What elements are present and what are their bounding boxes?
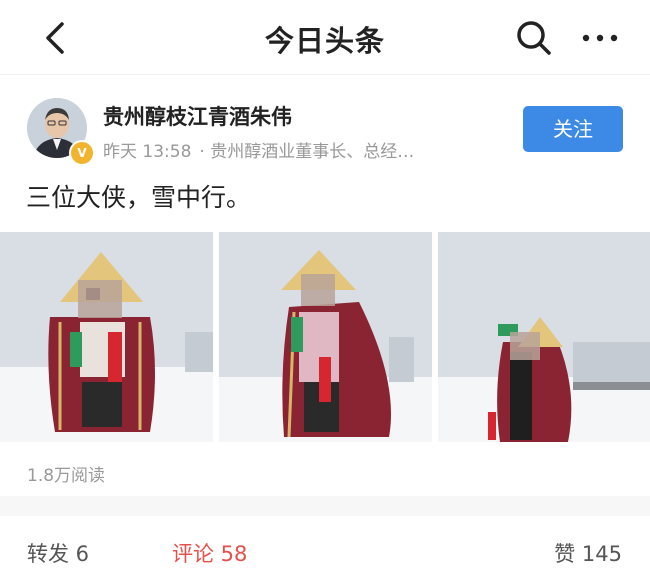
post-text: 三位大侠，雪中行。 <box>26 183 252 212</box>
author-bio: · 贵州醇酒业董事长、总经… <box>199 142 415 162</box>
read-count: 1.8万阅读 <box>27 466 106 486</box>
follow-button[interactable]: 关注 <box>523 106 623 152</box>
share-button[interactable]: 转发 6 <box>27 538 89 568</box>
search-icon[interactable] <box>514 18 554 58</box>
verified-badge-icon: V <box>69 140 95 166</box>
post-meta: 昨天 13:58 · 贵州醇酒业董事长、总经… <box>103 137 488 162</box>
comment-button[interactable]: 评论 58 <box>172 538 247 568</box>
more-options-icon[interactable] <box>580 24 620 52</box>
post-time: 昨天 13:58 <box>103 142 192 162</box>
header-divider <box>0 74 650 75</box>
post-photo-2[interactable] <box>219 232 432 442</box>
action-bar: 转发 6 评论 58 赞 145 <box>0 516 650 578</box>
post-photo-1[interactable] <box>0 232 213 442</box>
like-button[interactable]: 赞 145 <box>554 538 622 568</box>
post-photo-3[interactable] <box>438 232 650 442</box>
author-name[interactable]: 贵州醇枝江青酒朱伟 <box>103 101 292 131</box>
top-bar: 今日头条 <box>0 0 650 74</box>
section-divider <box>0 496 650 516</box>
